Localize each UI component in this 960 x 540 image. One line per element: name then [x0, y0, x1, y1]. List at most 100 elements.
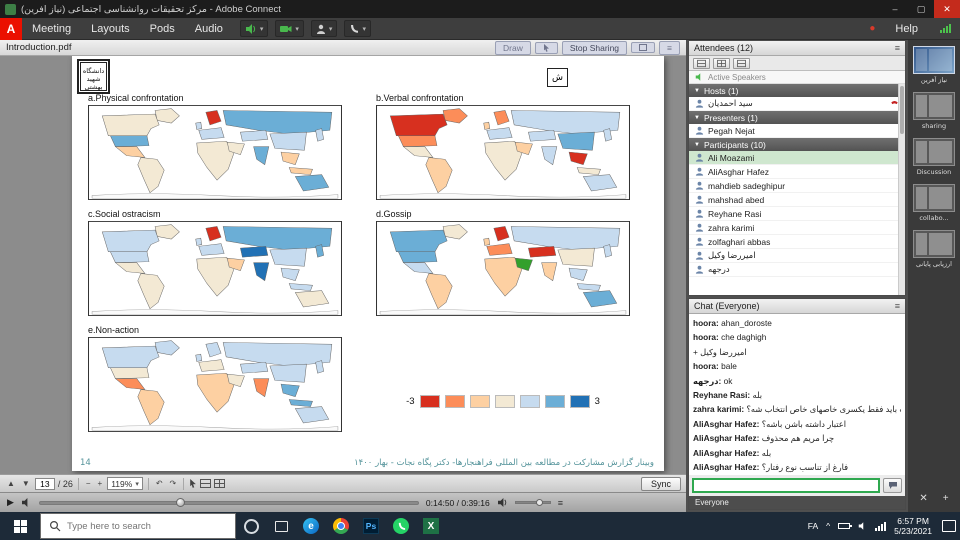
- taskbar-search[interactable]: [40, 513, 236, 539]
- start-button[interactable]: [0, 512, 40, 540]
- university-logo: دانشگاهشهید بهشتی: [77, 59, 110, 94]
- language-indicator[interactable]: FA: [808, 521, 818, 531]
- chevron-down-icon[interactable]: ▾: [295, 25, 299, 33]
- fullscreen-button[interactable]: [631, 42, 655, 53]
- mute-icon[interactable]: [21, 498, 32, 507]
- attendee-row[interactable]: سید احمدیان: [689, 97, 905, 111]
- task-view-button[interactable]: [268, 513, 294, 539]
- map-label: e.Non-action: [88, 325, 342, 335]
- playback-knob[interactable]: [176, 498, 185, 507]
- minimize-button[interactable]: –: [882, 0, 908, 18]
- layout-thumbnail[interactable]: [913, 230, 955, 258]
- chrome-icon[interactable]: [328, 513, 354, 539]
- zoom-level-select[interactable]: 119% ▾: [107, 477, 143, 490]
- taskbar-clock[interactable]: 6:57 PM 5/23/2021: [894, 516, 932, 536]
- layout-thumbnail[interactable]: [913, 92, 955, 120]
- network-icon[interactable]: [875, 522, 886, 531]
- menu-item[interactable]: Meeting: [22, 18, 81, 39]
- cortana-button[interactable]: [238, 513, 264, 539]
- menu-item[interactable]: Pods: [140, 18, 185, 39]
- page-number-input[interactable]: [35, 478, 55, 490]
- pdf-page-number: 14: [80, 458, 91, 468]
- layout-thumbnail[interactable]: [913, 184, 955, 212]
- layout-preset[interactable]: Discussion: [913, 138, 955, 176]
- close-pod-icon[interactable]: ✕: [919, 493, 927, 504]
- battery-icon[interactable]: [838, 523, 850, 529]
- thumbnail-view-icon[interactable]: [214, 479, 225, 488]
- attendee-status-button[interactable]: ▾: [311, 20, 338, 37]
- page-down-button[interactable]: ▼: [20, 480, 32, 488]
- cursor-tool-icon[interactable]: [189, 479, 197, 488]
- attendee-row[interactable]: درجهه: [689, 263, 905, 277]
- volume-icon[interactable]: [497, 498, 508, 507]
- scrollbar-thumb[interactable]: [900, 86, 904, 134]
- volume-slider[interactable]: [515, 501, 551, 504]
- attendees-menu-button[interactable]: ≡: [895, 43, 900, 53]
- webcam-button[interactable]: ▾: [275, 20, 304, 37]
- whatsapp-icon[interactable]: [388, 513, 414, 539]
- chevron-down-icon[interactable]: ▾: [329, 25, 333, 33]
- menu-item[interactable]: Audio: [185, 18, 233, 39]
- chat-input[interactable]: [692, 478, 880, 493]
- zoom-in-button[interactable]: +: [96, 480, 105, 488]
- chat-tab-everyone[interactable]: Everyone: [695, 498, 729, 507]
- undo-button[interactable]: ↶: [154, 480, 165, 488]
- chat-menu-button[interactable]: ≡: [895, 301, 900, 311]
- edge-icon[interactable]: e: [298, 513, 324, 539]
- layout-thumbnail[interactable]: [913, 46, 955, 74]
- chat-message: درجهه: ok: [693, 374, 901, 388]
- hidden-icons-button[interactable]: ^: [826, 521, 830, 531]
- chat-send-button[interactable]: [883, 478, 902, 493]
- zoom-out-button[interactable]: −: [84, 480, 93, 488]
- attendee-row[interactable]: mahdieb sadeghipur: [689, 179, 905, 193]
- page-up-button[interactable]: ▲: [5, 480, 17, 488]
- pointer-tool-button[interactable]: [535, 42, 558, 54]
- attendee-row[interactable]: Pegah Nejat: [689, 124, 905, 138]
- draw-button[interactable]: Draw: [495, 41, 531, 55]
- close-button[interactable]: ✕: [934, 0, 960, 18]
- chevron-down-icon[interactable]: ▾: [362, 25, 366, 33]
- single-page-view-icon[interactable]: [200, 479, 211, 488]
- layout-preset[interactable]: ارزیابی پایانی: [913, 230, 955, 268]
- attendee-row[interactable]: AliAsghar Hafez: [689, 165, 905, 179]
- action-center-icon[interactable]: [942, 520, 956, 532]
- layout-preset[interactable]: collabo...: [913, 184, 955, 222]
- search-input[interactable]: [67, 521, 227, 532]
- sync-button[interactable]: Sync: [641, 477, 681, 491]
- layout-thumbnail[interactable]: [913, 138, 955, 166]
- speaker-button[interactable]: ▾: [240, 20, 269, 37]
- tray-volume-icon[interactable]: [858, 522, 867, 530]
- attendee-group-header[interactable]: ▼Participants (10): [689, 138, 905, 151]
- attendee-view-button-2[interactable]: [713, 58, 730, 69]
- maximize-button[interactable]: ▢: [908, 0, 934, 18]
- stop-sharing-button[interactable]: Stop Sharing: [562, 41, 627, 55]
- attendee-row[interactable]: zahra karimi: [689, 221, 905, 235]
- attendee-group-header[interactable]: ▼Presenters (1): [689, 111, 905, 124]
- add-layout-icon[interactable]: +: [943, 493, 949, 504]
- attendee-view-button-3[interactable]: [733, 58, 750, 69]
- connection-status-icon[interactable]: [940, 24, 951, 33]
- attendee-row[interactable]: Reyhane Rasi: [689, 207, 905, 221]
- redo-button[interactable]: ↷: [168, 480, 179, 488]
- menu-item-help[interactable]: Help: [885, 18, 928, 39]
- attendee-row[interactable]: امیررضا وکیل: [689, 249, 905, 263]
- attendee-view-button-1[interactable]: [693, 58, 710, 69]
- attendee-row[interactable]: Ali Moazami: [689, 151, 905, 165]
- layout-preset[interactable]: نیاز آفرین: [913, 46, 955, 84]
- layout-preset[interactable]: sharing: [913, 92, 955, 130]
- attendee-name: zolfaghari abbas: [708, 237, 770, 247]
- playback-menu-button[interactable]: ≡: [558, 498, 563, 508]
- phone-button[interactable]: ▾: [344, 20, 371, 37]
- pod-options-button[interactable]: ≡: [659, 41, 680, 55]
- chevron-down-icon[interactable]: ▾: [260, 25, 264, 33]
- playback-progress-slider[interactable]: [39, 501, 419, 505]
- volume-knob[interactable]: [536, 499, 543, 506]
- attendee-row[interactable]: zolfaghari abbas: [689, 235, 905, 249]
- attendee-group-header[interactable]: ▼Hosts (1): [689, 84, 905, 97]
- attendee-row[interactable]: mahshad abed: [689, 193, 905, 207]
- play-button[interactable]: ▶: [7, 497, 14, 508]
- menu-item[interactable]: Layouts: [81, 18, 140, 39]
- attendees-scrollbar[interactable]: [898, 84, 905, 295]
- photoshop-icon[interactable]: Ps: [358, 513, 384, 539]
- excel-icon[interactable]: X: [418, 513, 444, 539]
